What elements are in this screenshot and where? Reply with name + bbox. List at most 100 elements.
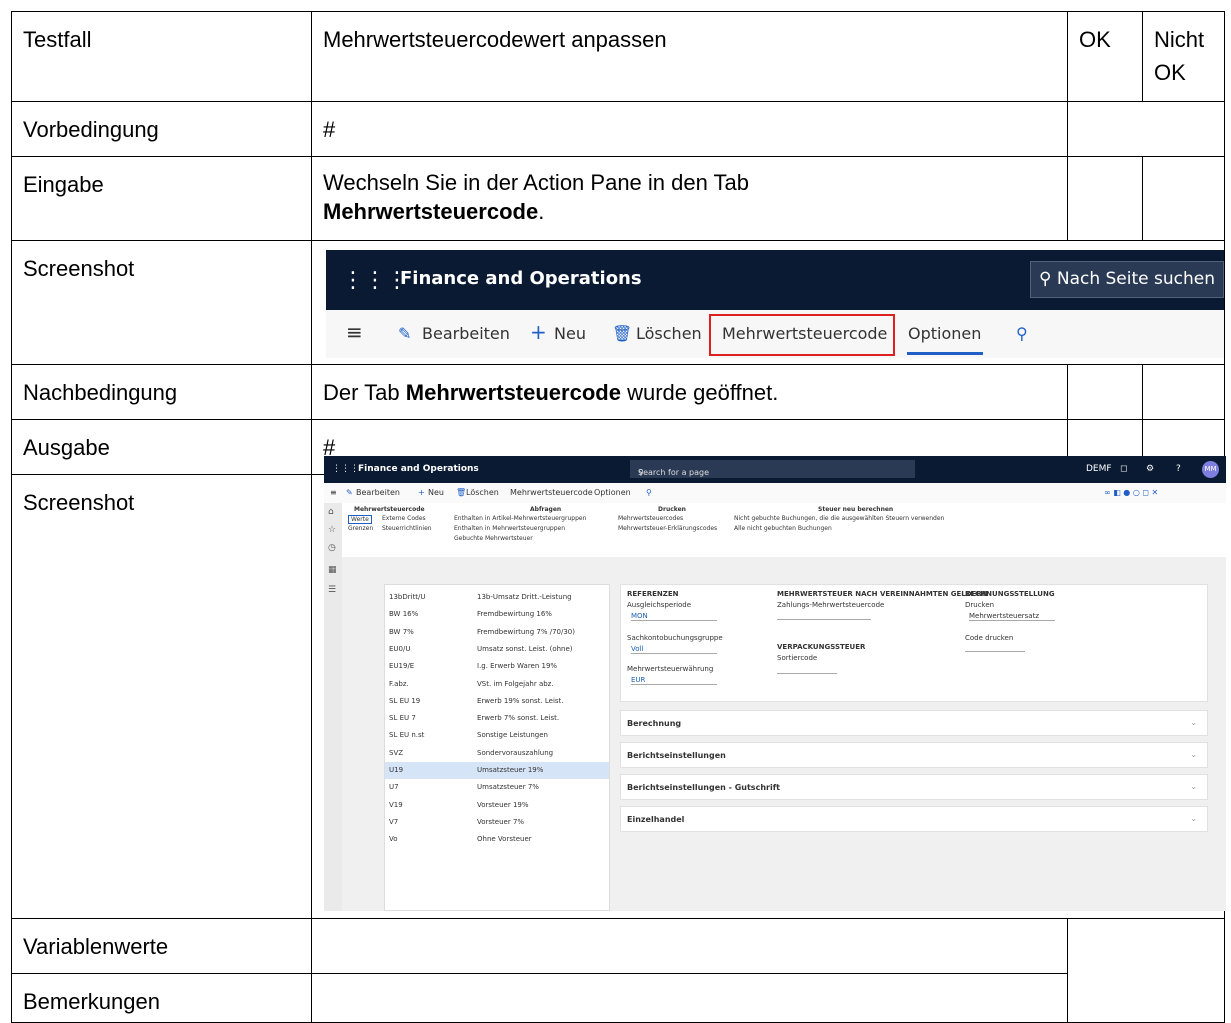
vat-code-cell: SL EU 7 [389, 714, 416, 723]
sachkonto-field[interactable]: Voll [631, 645, 717, 654]
new-button-small[interactable]: Neu [428, 488, 444, 497]
app-title: Finance and Operations [400, 268, 642, 289]
options-tab[interactable]: Optionen [908, 324, 981, 343]
search-box-small[interactable]: ⚲ Search for a page [630, 460, 915, 478]
vat-code-cell: SL EU 19 [389, 696, 421, 705]
delete-button-small[interactable]: Löschen [466, 488, 499, 497]
workspace-icon[interactable]: ▦ [328, 565, 337, 575]
ribbon-enthalten-mwst[interactable]: Enthalten in Mehrwertsteuergruppen [454, 525, 565, 532]
delete-button[interactable]: Löschen [636, 324, 702, 343]
list-icon[interactable]: ☰ [328, 585, 336, 595]
waehrung-field[interactable]: EUR [631, 676, 717, 685]
berichtseinstellungen-gutschrift-section[interactable]: Berichtseinstellungen - Gutschrift ⌄ [620, 774, 1208, 800]
search-box[interactable]: ⚲ Nach Seite suchen [1030, 261, 1224, 298]
menu-icon[interactable]: ≡ [346, 320, 363, 344]
eingabe-label-cell: Eingabe [11, 156, 312, 241]
delete-icon: 🗑 [612, 324, 633, 343]
ausgabe-label: Ausgabe [23, 435, 110, 460]
vorbedingung-value-cell: # [311, 101, 1068, 157]
bell-icon[interactable]: ◻ [1120, 464, 1127, 474]
table-row[interactable]: F.abz. VSt. im Folgejahr abz. [385, 676, 609, 693]
app-header-small: ⋮⋮⋮ Finance and Operations ⚲ Search for … [324, 456, 1226, 483]
bemerkungen-label: Bemerkungen [23, 989, 160, 1014]
ribbon-enthalten-artikel[interactable]: Enthalten in Artikel-Mehrwertsteuergrupp… [454, 515, 586, 522]
toolbar-extra-icons[interactable]: ∞ ◧ ● ○ ◻ ✕ [1104, 488, 1158, 497]
vat-code-tab-small[interactable]: Mehrwertsteuercode [510, 488, 593, 497]
menu-icon-small[interactable]: ≡ [330, 488, 337, 497]
vat-code-cell: V19 [389, 800, 403, 809]
table-row[interactable]: SVZ Sondervorauszahlung [385, 745, 609, 762]
bemerkungen-label-cell: Bemerkungen [11, 973, 312, 1023]
app-title-small: Finance and Operations [358, 464, 479, 474]
ribbon-erklaerung[interactable]: Mehrwertsteuer-Erklärungscodes [618, 525, 717, 532]
app-header: ⋮⋮⋮ Finance and Operations ⚲ Nach Seite … [326, 250, 1224, 310]
ausgleichsperiode-field[interactable]: MON [631, 612, 717, 621]
screenshot1-label: Screenshot [23, 256, 135, 281]
vorbedingung-check-cell [1067, 101, 1225, 157]
ribbon-steuerrichtlinien[interactable]: Steuerrichtlinien [382, 525, 432, 532]
ribbon-werte[interactable]: Werte [348, 515, 372, 524]
table-row[interactable]: SL EU n.st Sonstige Leistungen [385, 727, 609, 744]
bemerkungen-value-cell [311, 973, 1068, 1023]
help-icon[interactable]: ? [1176, 464, 1181, 474]
table-row[interactable]: EU19/E I.g. Erwerb Waren 19% [385, 658, 609, 675]
drucken-field[interactable]: Mehrwertsteuersatz [969, 612, 1055, 621]
table-row[interactable]: V19 Vorsteuer 19% [385, 797, 609, 814]
edit-button[interactable]: Bearbeiten [422, 324, 510, 343]
edit-icon: ✎ [398, 324, 412, 343]
action-pane: ≡ ✎ Bearbeiten + Neu 🗑 Löschen Mehrwerts… [326, 310, 1224, 358]
vat-code-cell: Vo [389, 835, 398, 844]
edit-button-small[interactable]: Bearbeiten [356, 488, 400, 497]
eingabe-tab-name: Mehrwertsteuercode [323, 199, 539, 224]
rechnungsstellung-heading: RECHNUNGSSTELLUNG [965, 590, 1055, 598]
testfall-label: Testfall [23, 27, 92, 52]
table-row[interactable]: SL EU 7 Erwerb 7% sonst. Leist. [385, 710, 609, 727]
sortiercode-field[interactable] [777, 673, 837, 674]
action-search-icon[interactable]: ⚲ [1016, 324, 1028, 343]
clock-icon[interactable]: ◷ [328, 543, 336, 553]
berechnung-section[interactable]: Berechnung ⌄ [620, 710, 1208, 736]
zahlungs-mwst-field[interactable] [777, 619, 871, 620]
table-row[interactable]: BW 7% Fremdbewirtung 7% /70/30) [385, 624, 609, 641]
company-label[interactable]: DEMF [1086, 464, 1112, 474]
table-row[interactable]: U19 Umsatzsteuer 19% [385, 762, 609, 779]
vat-name-cell: I.g. Erwerb Waren 19% [477, 662, 558, 671]
table-row[interactable]: 13bDritt/U 13b-Umsatz Dritt.-Leistung [385, 589, 609, 606]
ribbon-alle-nicht-gebuchte[interactable]: Alle nicht gebuchten Buchungen [734, 525, 832, 532]
star-icon[interactable]: ☆ [328, 525, 336, 535]
vat-code-cell: EU0/U [389, 644, 411, 653]
new-icon: + [530, 320, 547, 344]
verpackung-heading: VERPACKUNGSSTEUER [777, 643, 866, 651]
table-row[interactable]: V7 Vorsteuer 7% [385, 814, 609, 831]
options-tab-small[interactable]: Optionen [594, 488, 631, 497]
gear-icon[interactable]: ⚙ [1146, 464, 1154, 474]
table-row[interactable]: Vo Ohne Vorsteuer [385, 831, 609, 848]
einzelhandel-section[interactable]: Einzelhandel ⌄ [620, 806, 1208, 832]
ribbon-grenzen[interactable]: Grenzen [348, 525, 373, 532]
ribbon-gebuchte[interactable]: Gebuchte Mehrwertsteuer [454, 535, 533, 542]
new-button[interactable]: Neu [554, 324, 586, 343]
waehrung-label: Mehrwertsteuerwährung [627, 665, 714, 673]
nachbedingung-value-cell: Der Tab Mehrwertsteuercode wurde geöffne… [311, 364, 1068, 420]
table-row[interactable]: EU0/U Umsatz sonst. Leist. (ohne) [385, 641, 609, 658]
table-row[interactable]: U7 Umsatzsteuer 7% [385, 779, 609, 796]
vat-code-list: 13bDritt/U 13b-Umsatz Dritt.-Leistung BW 1… [384, 584, 610, 911]
home-icon[interactable]: ⌂ [328, 507, 334, 517]
ribbon-nicht-gebuchte[interactable]: Nicht gebuchte Buchungen, die die ausgew… [734, 515, 944, 522]
table-row[interactable]: SL EU 19 Erwerb 19% sonst. Leist. [385, 693, 609, 710]
vat-name-cell: Sondervorauszahlung [477, 748, 554, 757]
eingabe-text: Wechseln Sie in der Action Pane in den T… [323, 170, 750, 195]
berichtseinstellungen-section[interactable]: Berichtseinstellungen ⌄ [620, 742, 1208, 768]
app-launcher-icon-small[interactable]: ⋮⋮⋮ [332, 464, 359, 474]
delete-icon-small: 🗑 [456, 488, 467, 497]
action-search-icon-small[interactable]: ⚲ [646, 488, 652, 497]
berichtseinstellungen-title: Berichtseinstellungen [627, 751, 726, 760]
app-launcher-icon[interactable]: ⋮⋮⋮ [342, 268, 408, 293]
code-drucken-field[interactable] [965, 651, 1025, 652]
vat-code-cell: U19 [389, 766, 404, 774]
ribbon-externe-codes[interactable]: Externe Codes [382, 515, 426, 522]
avatar[interactable]: MM [1202, 461, 1219, 478]
ribbon-mwst-codes[interactable]: Mehrwertsteuercodes [618, 515, 683, 522]
table-row[interactable]: BW 16% Fremdbewirtung 16% [385, 606, 609, 623]
vorbedingung-label: Vorbedingung [23, 117, 159, 142]
